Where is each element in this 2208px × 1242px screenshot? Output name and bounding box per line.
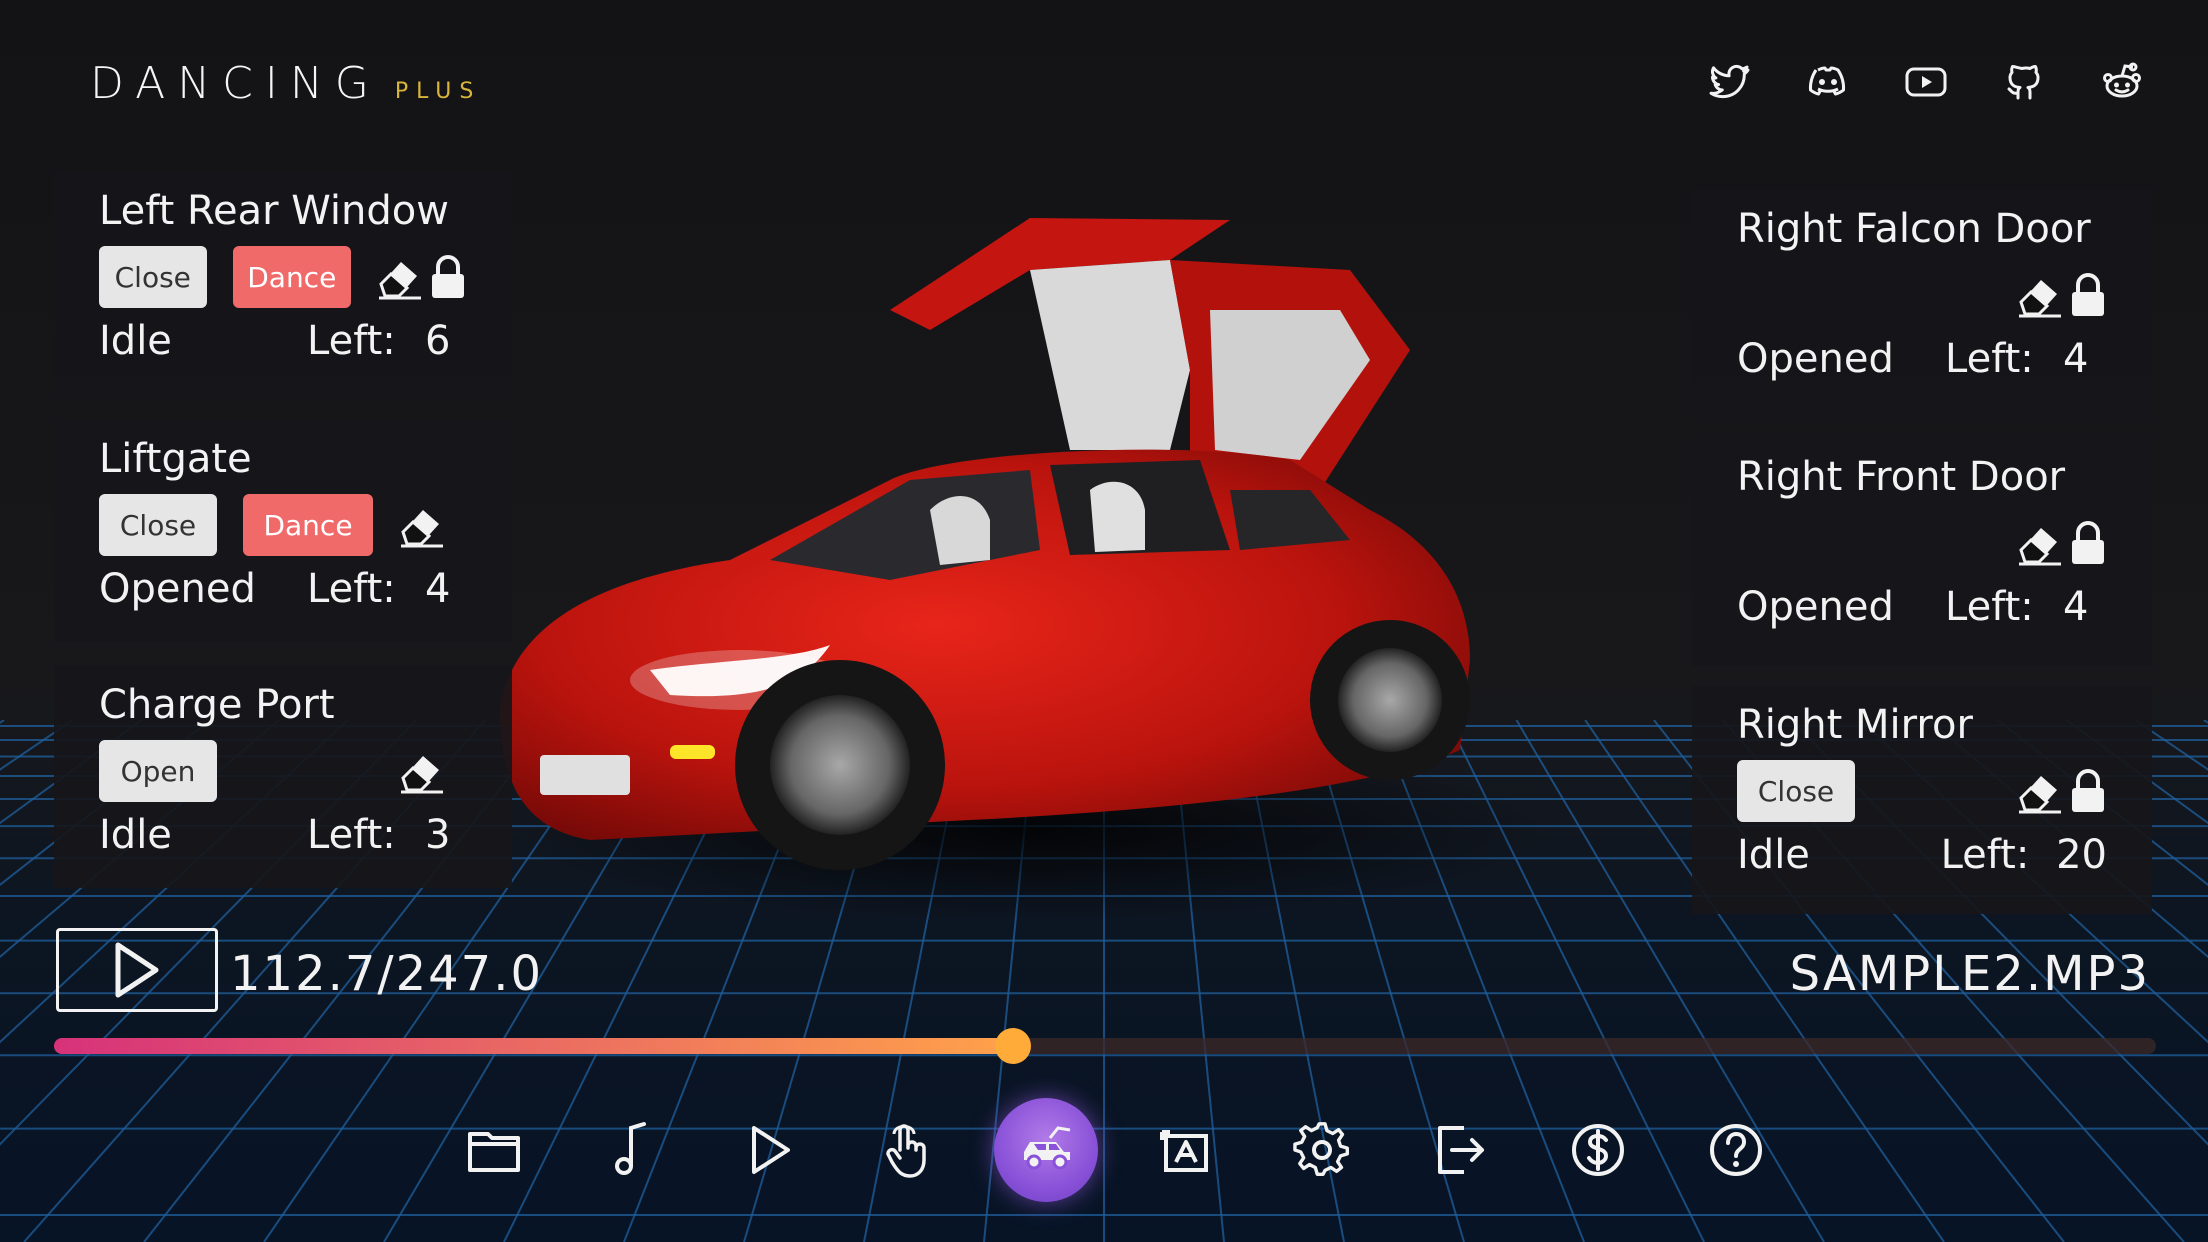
panel-title: Right Front Door — [1737, 454, 2066, 500]
social-links — [1706, 58, 2146, 106]
panel-right-falcon-door: Right Falcon Door Opened Left: 4 — [1692, 190, 2152, 418]
app-title-plus: PLUS — [394, 79, 482, 104]
app-logo: DANCING PLUS — [90, 58, 481, 109]
touch-hand-icon — [886, 1124, 926, 1178]
remaining-count: 4 — [2063, 336, 2089, 382]
car-icon — [1024, 1126, 1071, 1170]
donate-button[interactable] — [1546, 1098, 1650, 1202]
music-note-icon — [615, 1122, 646, 1175]
remaining-label: Left: — [1945, 584, 2034, 630]
export-icon — [1438, 1126, 1484, 1174]
open-button[interactable]: Open — [99, 740, 217, 802]
panel-right-mirror: Right Mirror Close Idle Left: 20 — [1692, 686, 2152, 914]
close-button[interactable]: Close — [99, 494, 217, 556]
status-text: Idle — [99, 318, 172, 364]
panel-charge-port: Charge Port Open Idle Left: 3 — [54, 666, 512, 888]
remaining-label: Left: — [1940, 832, 2030, 878]
remaining-count: 20 — [2056, 832, 2107, 878]
play-mode-button[interactable] — [718, 1098, 822, 1202]
panel-title: Right Mirror — [1737, 702, 1973, 748]
remaining-label: Left: — [307, 318, 396, 364]
progress-thumb[interactable] — [994, 1028, 1031, 1064]
progress-fill — [54, 1038, 1013, 1054]
bottom-toolbar — [442, 1098, 1822, 1202]
touch-button[interactable] — [856, 1098, 960, 1202]
playback-time: 112.7/247.0 — [230, 946, 543, 1002]
lock-icon[interactable] — [2069, 768, 2107, 814]
export-button[interactable] — [1408, 1098, 1512, 1202]
youtube-icon[interactable] — [1902, 58, 1950, 106]
car-3d-model — [500, 218, 1550, 920]
discord-icon[interactable] — [1804, 58, 1852, 106]
play-icon — [115, 942, 159, 998]
eraser-icon[interactable] — [2017, 768, 2063, 814]
app-title: DANCING — [90, 58, 381, 109]
status-text: Opened — [99, 566, 256, 612]
status-text: Opened — [1737, 336, 1894, 382]
eraser-icon[interactable] — [2017, 272, 2063, 318]
remaining-count: 4 — [425, 566, 451, 612]
settings-icon — [1293, 1122, 1350, 1176]
eraser-icon[interactable] — [377, 254, 423, 300]
music-button[interactable] — [580, 1098, 684, 1202]
remaining-label: Left: — [1945, 336, 2034, 382]
remaining-label: Left: — [307, 566, 396, 612]
github-icon[interactable] — [2000, 58, 2048, 106]
text-recognition-icon — [1160, 1130, 1208, 1172]
progress-slider[interactable] — [54, 1028, 2156, 1064]
lock-icon[interactable] — [2069, 272, 2107, 318]
car-button[interactable] — [994, 1098, 1098, 1202]
panel-left-rear-window: Left Rear Window Close Dance Idle Left: … — [54, 172, 512, 394]
panel-title: Right Falcon Door — [1737, 206, 2091, 252]
donate-icon — [1572, 1124, 1624, 1176]
dance-button[interactable]: Dance — [243, 494, 373, 556]
eraser-icon[interactable] — [399, 502, 445, 548]
close-button[interactable]: Close — [1737, 760, 1855, 822]
help-icon — [1710, 1124, 1762, 1176]
play-button[interactable] — [56, 928, 218, 1012]
settings-button[interactable] — [1270, 1098, 1374, 1202]
status-text: Idle — [99, 812, 172, 858]
panel-title: Liftgate — [99, 436, 252, 482]
remaining-count: 4 — [2063, 584, 2089, 630]
lock-icon[interactable] — [429, 254, 467, 300]
remaining-count: 3 — [425, 812, 451, 858]
panel-title: Charge Port — [99, 682, 335, 728]
dance-button[interactable]: Dance — [232, 246, 351, 308]
folder-icon — [468, 1132, 520, 1172]
reddit-icon[interactable] — [2098, 58, 2146, 106]
panel-right-front-door: Right Front Door Opened Left: 4 — [1692, 438, 2152, 666]
text-recognition-button[interactable] — [1132, 1098, 1236, 1202]
help-button[interactable] — [1684, 1098, 1788, 1202]
remaining-label: Left: — [307, 812, 396, 858]
status-text: Opened — [1737, 584, 1894, 630]
twitter-icon[interactable] — [1706, 58, 1754, 106]
panel-title: Left Rear Window — [99, 188, 449, 234]
close-button[interactable]: Close — [99, 246, 207, 308]
remaining-count: 6 — [425, 318, 451, 364]
eraser-icon[interactable] — [2017, 520, 2063, 566]
panel-liftgate: Liftgate Close Dance Opened Left: 4 — [54, 420, 512, 642]
eraser-icon[interactable] — [399, 748, 445, 794]
play-icon — [752, 1126, 790, 1174]
lock-icon[interactable] — [2069, 520, 2107, 566]
status-text: Idle — [1737, 832, 1810, 878]
file-name: SAMPLE2.MP3 — [1789, 946, 2150, 1002]
folder-button[interactable] — [442, 1098, 546, 1202]
